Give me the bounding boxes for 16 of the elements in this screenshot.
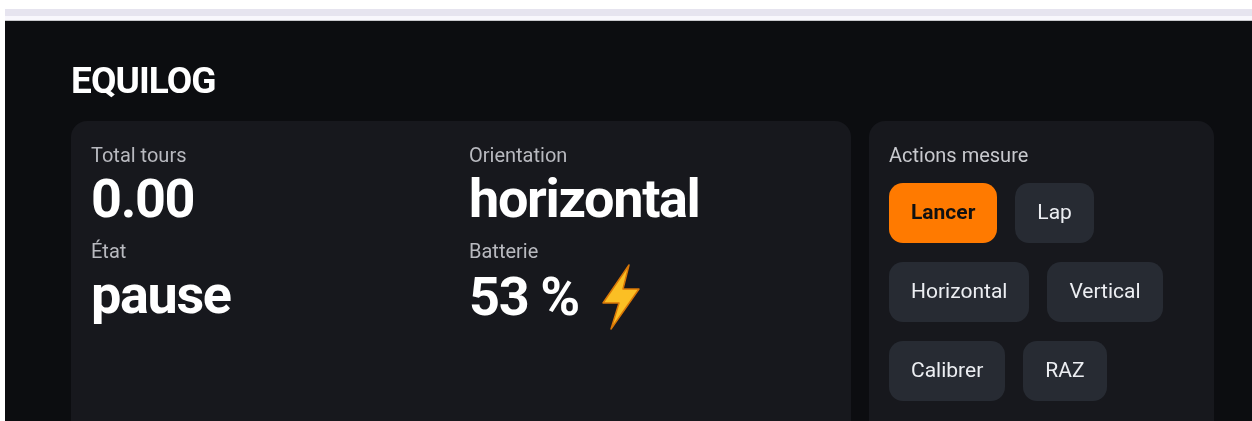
stat-label: État (91, 239, 128, 263)
action-button[interactable]: Lancer (889, 183, 998, 243)
app-title: EQUILOG (71, 59, 217, 103)
stat-label: Orientation (469, 143, 569, 167)
action-button[interactable]: Lap (1015, 183, 1094, 243)
action-button[interactable]: Vertical (1047, 262, 1163, 322)
stat-value: horizontal (469, 167, 700, 231)
action-button[interactable]: Calibrer (889, 341, 1006, 401)
action-button[interactable]: RAZ (1023, 341, 1107, 401)
action-button[interactable]: Horizontal (889, 262, 1030, 322)
stat-value: 53 % (469, 265, 579, 329)
stat-value: pause (91, 263, 231, 327)
stat-value: 0.00 (91, 167, 195, 231)
actions-title: Actions mesure (889, 143, 1030, 167)
stat-label: Total tours (91, 143, 188, 167)
stat-label: Batterie (469, 239, 540, 263)
